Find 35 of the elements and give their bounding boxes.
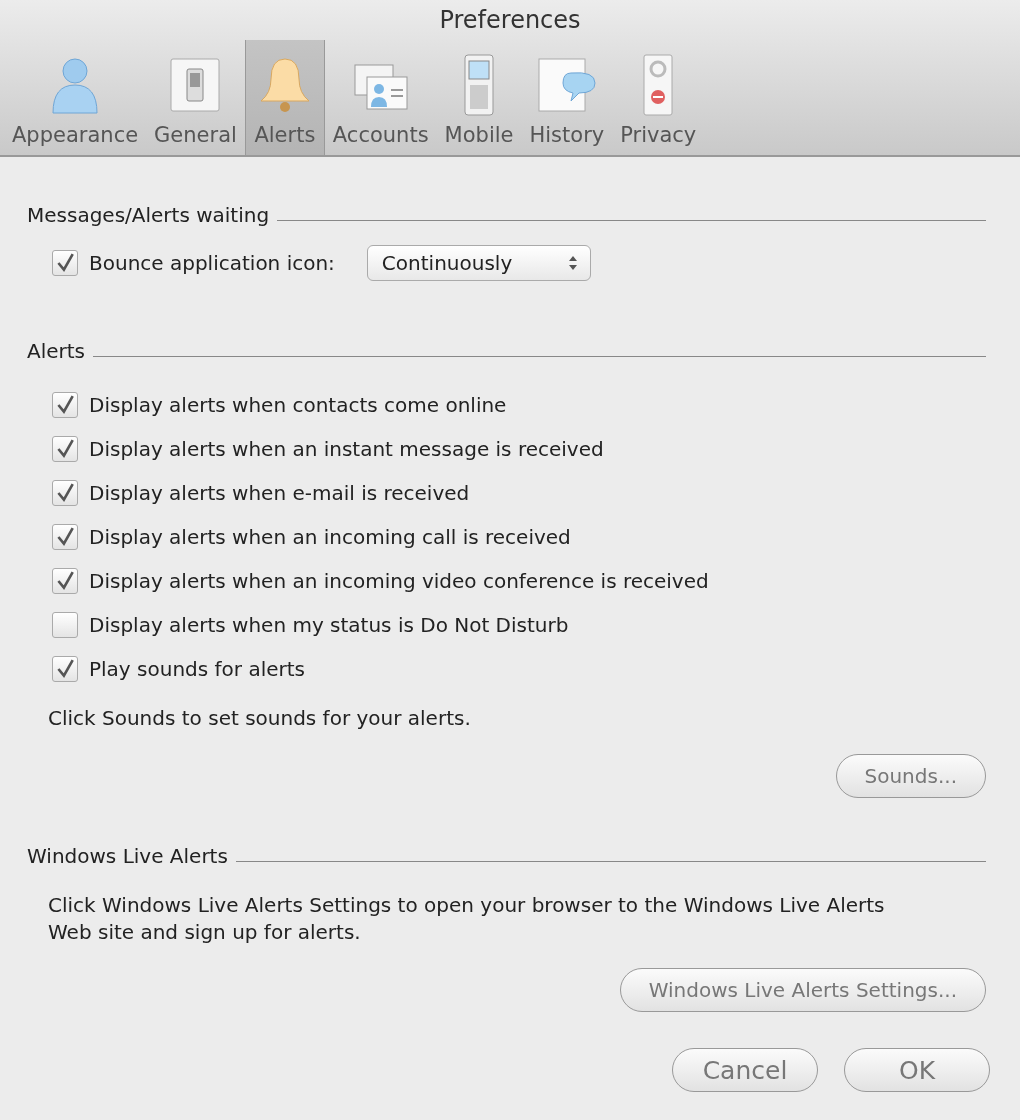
checkbox-label: Display alerts when e-mail is received	[89, 481, 470, 505]
window-title: Preferences	[438, 5, 582, 36]
checkbox-label: Display alerts when an incoming call is received	[89, 525, 571, 549]
toolbar-tab[interactable]: General	[146, 40, 245, 155]
checkbox[interactable]	[52, 612, 78, 638]
checkbox-label: Display alerts when my status is Do Not Disturb	[89, 613, 569, 637]
checkbox-label: Display alerts when contacts come online	[89, 393, 507, 417]
checkbox[interactable]	[52, 436, 78, 462]
toolbar-tab[interactable]: Mobile	[436, 40, 522, 155]
settings-button[interactable]: Windows Live Alerts Settings...	[619, 968, 986, 1012]
checkbox-label: Bounce application icon:	[89, 251, 335, 275]
checkbox[interactable]	[52, 480, 78, 506]
toolbar-tab[interactable]: Accounts	[324, 40, 437, 155]
sounds-button[interactable]: Sounds...	[835, 754, 986, 798]
checkbox[interactable]	[52, 524, 78, 550]
toolbar-tab[interactable]: Appearance	[4, 40, 147, 155]
dialog-button[interactable]: OK	[844, 1048, 990, 1092]
stepper-arrows-icon	[567, 254, 578, 272]
section-heading: Alerts	[27, 339, 86, 363]
dialog-button[interactable]: Cancel	[672, 1048, 818, 1092]
toolbar-tab[interactable]: Alerts	[244, 40, 325, 155]
checkbox[interactable]	[52, 392, 78, 418]
section-heading: Windows Live Alerts	[27, 844, 228, 868]
checkbox[interactable]	[52, 250, 78, 276]
checkbox[interactable]	[52, 656, 78, 682]
note-text: Click Sounds to set sounds for your alerts.	[47, 705, 472, 732]
description-text: Click Windows Live Alerts Settings to open your browser to the Windows Live Alerts Web site and sign up for alerts.	[47, 892, 886, 946]
toolbar-tab[interactable]: History	[521, 40, 613, 155]
checkbox-label: Display alerts when an incoming video conference is received	[89, 569, 709, 593]
checkbox-label: Play sounds for alerts	[89, 657, 305, 681]
checkbox[interactable]	[52, 568, 78, 594]
bounce-select[interactable]: Continuously	[366, 245, 591, 281]
toolbar-tab[interactable]: Privacy	[612, 40, 705, 155]
section-heading: Messages/Alerts waiting	[27, 203, 270, 227]
checkbox-label: Display alerts when an instant message is received	[89, 437, 604, 461]
